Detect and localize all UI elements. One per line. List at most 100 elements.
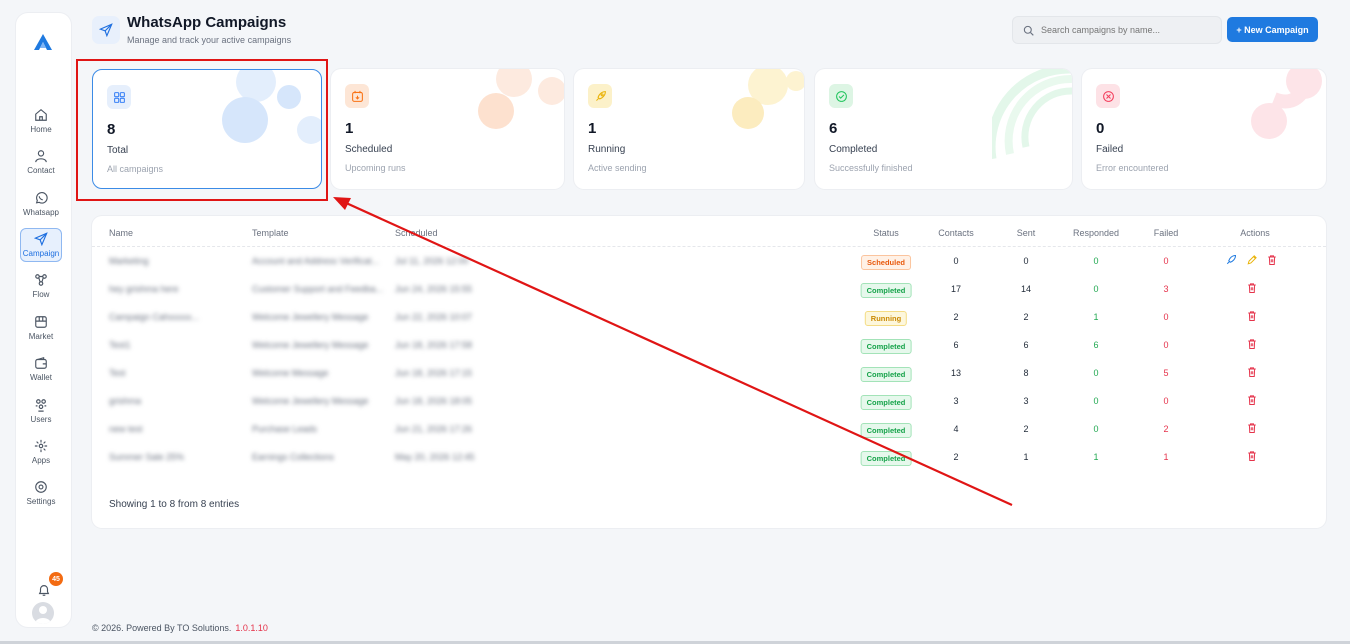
check-circle-icon xyxy=(829,84,853,108)
user-avatar-icon xyxy=(35,606,51,624)
status-badge: Scheduled xyxy=(861,255,911,270)
stat-sub: Successfully finished xyxy=(829,163,913,173)
sidebar-item-label: Campaign xyxy=(22,249,60,258)
cell-contacts: 17 xyxy=(950,284,962,294)
new-campaign-button[interactable]: + New Campaign xyxy=(1227,17,1318,42)
send-icon xyxy=(34,232,48,246)
stat-sub: Active sending xyxy=(588,163,647,173)
cell-failed: 0 xyxy=(1163,312,1169,322)
column-header-failed[interactable]: Failed xyxy=(1154,228,1179,238)
cell-responded: 6 xyxy=(1093,340,1099,350)
delete-icon[interactable] xyxy=(1246,394,1258,406)
cell-scheduled: Jun 18, 2026 18:05 xyxy=(395,396,473,406)
cell-contacts: 2 xyxy=(953,312,959,322)
sidebar-item-campaign[interactable]: Campaign xyxy=(20,228,62,262)
column-header-scheduled[interactable]: Scheduled xyxy=(395,228,438,238)
stat-label: Failed xyxy=(1096,144,1124,155)
delete-icon[interactable] xyxy=(1266,254,1278,266)
cell-name: Summer Sale 25% xyxy=(109,452,185,462)
flow-icon xyxy=(35,274,47,286)
cell-responded: 0 xyxy=(1093,396,1099,406)
stat-value: 0 xyxy=(1096,120,1105,137)
sidebar-item-apps[interactable]: Apps xyxy=(20,435,62,469)
sidebar-item-flow[interactable]: Flow xyxy=(20,269,62,303)
sidebar-item-home[interactable]: Home xyxy=(20,104,62,138)
stat-label: Completed xyxy=(829,144,878,155)
stat-label: Running xyxy=(588,144,626,155)
cell-sent: 2 xyxy=(1023,312,1029,322)
sidebar-item-contact[interactable]: Contact xyxy=(20,145,62,179)
status-badge: Completed xyxy=(860,423,912,438)
sidebar-item-label: Wallet xyxy=(30,373,52,382)
table-row[interactable]: new test Purchase Leads Jun 21, 2026 17:26… xyxy=(92,416,1326,444)
market-icon xyxy=(35,316,47,328)
cell-scheduled: Jul 11, 2026 12:00 xyxy=(395,256,469,266)
sidebar-item-label: Market xyxy=(28,332,54,341)
stat-card-scheduled[interactable]: 1 Scheduled Upcoming runs xyxy=(331,69,564,189)
sidebar-item-label: Flow xyxy=(32,290,50,299)
sidebar-item-wallet[interactable]: Wallet xyxy=(20,352,62,386)
footer: © 2026. Powered By TO Solutions. 1.0.1.10 xyxy=(92,623,268,633)
bell-icon[interactable] xyxy=(37,583,51,597)
sidebar-item-label: Contact xyxy=(27,166,55,175)
column-header-sent[interactable]: Sent xyxy=(1017,228,1036,238)
search-input[interactable] xyxy=(1041,25,1211,35)
cell-sent: 2 xyxy=(1023,424,1029,434)
table-row[interactable]: hey grishma here Customer Support and Fee… xyxy=(92,276,1326,304)
page-subtitle: Manage and track your active campaigns xyxy=(127,35,292,45)
cell-name: grishma xyxy=(109,396,142,406)
sidebar-item-label: Whatsapp xyxy=(22,208,60,217)
delete-icon[interactable] xyxy=(1246,422,1258,434)
stat-card-completed[interactable]: 6 Completed Successfully finished xyxy=(815,69,1072,189)
table-row[interactable]: Summer Sale 25% Earnings Collections May 2… xyxy=(92,444,1326,472)
cell-name: Campaign Cahxxxxx... xyxy=(109,312,200,322)
edit-icon[interactable] xyxy=(1246,254,1258,266)
cell-scheduled: May 20, 2026 12:45 xyxy=(395,452,475,462)
delete-icon[interactable] xyxy=(1246,450,1258,462)
sidebar-item-users[interactable]: Users xyxy=(20,394,62,428)
avatar[interactable] xyxy=(32,602,54,624)
cell-template: Welcome Jewellery Message xyxy=(252,340,369,350)
cell-failed: 0 xyxy=(1163,256,1169,266)
stat-card-failed[interactable]: 0 Failed Error encountered xyxy=(1082,69,1326,189)
cell-contacts: 0 xyxy=(953,256,959,266)
cell-failed: 2 xyxy=(1163,424,1169,434)
delete-icon[interactable] xyxy=(1246,310,1258,322)
rocket-icon xyxy=(588,84,612,108)
column-header-template[interactable]: Template xyxy=(252,228,289,238)
annotation-highlight-box xyxy=(76,59,328,201)
footer-text: © 2026. Powered By TO Solutions. xyxy=(92,623,232,633)
whatsapp-icon xyxy=(35,192,48,204)
stat-card-running[interactable]: 1 Running Active sending xyxy=(574,69,804,189)
bubble-decoration xyxy=(1251,69,1322,139)
column-header-status[interactable]: Status xyxy=(873,228,899,238)
table-row[interactable]: Test Welcome Message Jun 18, 2026 17:15 Com… xyxy=(92,360,1326,388)
delete-icon[interactable] xyxy=(1246,366,1258,378)
app-logo-icon[interactable] xyxy=(33,33,53,51)
column-header-actions: Actions xyxy=(1240,228,1270,238)
status-badge: Completed xyxy=(860,367,912,382)
column-header-responded[interactable]: Responded xyxy=(1073,228,1119,238)
header-divider xyxy=(92,246,1326,247)
table-row[interactable]: Marketing Account and Address Verificat..… xyxy=(92,248,1326,276)
delete-icon[interactable] xyxy=(1246,338,1258,350)
table-row[interactable]: Test1 Welcome Jewellery Message Jun 18, 20… xyxy=(92,332,1326,360)
table-row[interactable]: grishma Welcome Jewellery Message Jun 18, … xyxy=(92,388,1326,416)
sidebar-item-market[interactable]: Market xyxy=(20,311,62,345)
cell-responded: 1 xyxy=(1093,312,1099,322)
cell-template: Earnings Collections xyxy=(252,452,335,462)
sidebar-item-settings[interactable]: Settings xyxy=(20,476,62,510)
search-box[interactable] xyxy=(1012,16,1222,44)
sidebar-item-whatsapp[interactable]: Whatsapp xyxy=(20,187,62,221)
column-header-contacts[interactable]: Contacts xyxy=(938,228,974,238)
settings-icon xyxy=(35,481,47,493)
rocket-icon[interactable] xyxy=(1225,254,1237,266)
table-row[interactable]: Campaign Cahxxxxx... Welcome Jewellery Me… xyxy=(92,304,1326,332)
delete-icon[interactable] xyxy=(1246,282,1258,294)
page-title: WhatsApp Campaigns xyxy=(127,14,287,31)
column-header-name[interactable]: Name xyxy=(109,228,133,238)
cell-sent: 0 xyxy=(1023,256,1029,266)
cell-sent: 14 xyxy=(1020,284,1032,294)
sidebar-item-label: Users xyxy=(30,415,52,424)
pagination-info: Showing 1 to 8 from 8 entries xyxy=(109,499,240,510)
